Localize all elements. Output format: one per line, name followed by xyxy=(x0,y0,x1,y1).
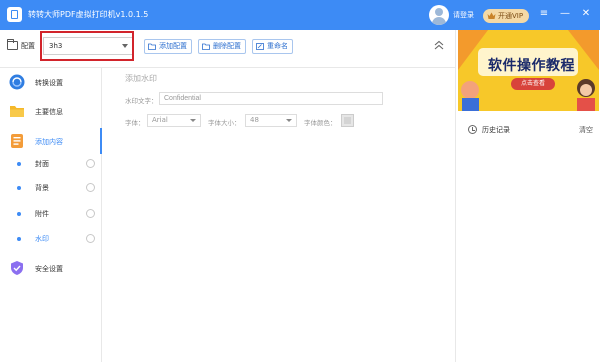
right-panel: 软件操作教程 点击查看 历史记录 清空 xyxy=(455,30,600,362)
font-label: 字体： xyxy=(125,119,145,127)
login-link[interactable]: 请登录 xyxy=(453,10,474,20)
sidebar-subitem-background[interactable]: 背景 xyxy=(0,181,102,195)
radio-button[interactable] xyxy=(86,183,95,192)
sidebar-subitem-label: 水印 xyxy=(35,235,49,243)
watermark-text-input[interactable]: Confidential xyxy=(159,92,383,105)
folder-delete-icon xyxy=(202,43,210,50)
watermark-panel: 添加水印 水印文字： Confidential 字体： Arial 字体大小： … xyxy=(103,68,455,362)
crown-icon xyxy=(487,12,496,19)
tutorial-banner[interactable]: 软件操作教程 点击查看 xyxy=(458,30,599,111)
font-color-label: 字体颜色： xyxy=(304,119,337,127)
folder-add-icon xyxy=(148,43,156,50)
sidebar-item-label: 添加内容 xyxy=(35,138,63,146)
clock-icon xyxy=(468,125,477,134)
banner-view-button[interactable]: 点击查看 xyxy=(511,78,555,90)
add-content-icon xyxy=(11,134,23,148)
sidebar: 转换设置 主要信息 添加内容 封面 背景 附件 水印 安全设置 xyxy=(0,68,102,362)
add-config-button[interactable]: 添加配置 xyxy=(144,39,192,54)
section-title: 添加水印 xyxy=(125,74,157,83)
sidebar-subitem-label: 附件 xyxy=(35,210,49,218)
bullet-icon xyxy=(17,237,21,241)
highlight-annotation-box xyxy=(40,31,134,61)
edit-icon xyxy=(256,43,264,50)
vip-button[interactable]: 开通VIP xyxy=(483,9,529,23)
menu-icon[interactable]: ≡ xyxy=(537,7,551,21)
chevron-down-icon xyxy=(190,119,196,122)
radio-button[interactable] xyxy=(86,234,95,243)
font-select[interactable]: Arial xyxy=(147,114,201,127)
minimize-icon[interactable]: — xyxy=(558,7,572,21)
chevron-down-icon xyxy=(286,119,292,122)
rename-label: 重命名 xyxy=(267,42,288,50)
config-label: 配置 xyxy=(21,42,35,50)
font-size-select-value: 48 xyxy=(250,116,259,124)
sidebar-item-label: 转换设置 xyxy=(35,79,63,87)
sidebar-item-label: 主要信息 xyxy=(35,108,63,116)
sidebar-subitem-cover[interactable]: 封面 xyxy=(0,157,102,171)
banner-title: 软件操作教程 xyxy=(488,58,575,74)
sidebar-subitem-label: 背景 xyxy=(35,184,49,192)
sidebar-item-convert-settings[interactable]: 转换设置 xyxy=(0,71,102,93)
sidebar-subitem-watermark[interactable]: 水印 xyxy=(0,232,102,246)
collapse-icon[interactable] xyxy=(433,40,445,50)
vip-button-label: 开通VIP xyxy=(498,12,524,20)
radio-button[interactable] xyxy=(86,209,95,218)
radio-button[interactable] xyxy=(86,159,95,168)
sidebar-subitem-label: 封面 xyxy=(35,160,49,168)
font-select-value: Arial xyxy=(152,116,168,124)
sidebar-item-main-info[interactable]: 主要信息 xyxy=(0,100,102,122)
font-size-label: 字体大小： xyxy=(208,119,241,127)
watermark-text-label: 水印文字： xyxy=(125,97,158,105)
folder-icon xyxy=(7,39,18,50)
history-label: 历史记录 xyxy=(482,126,510,134)
font-size-select[interactable]: 48 xyxy=(245,114,297,127)
shield-icon xyxy=(11,261,23,275)
app-logo-icon xyxy=(7,7,22,22)
sidebar-item-security-settings[interactable]: 安全设置 xyxy=(0,257,102,279)
sidebar-item-label: 安全设置 xyxy=(35,265,63,273)
convert-settings-icon xyxy=(9,74,25,90)
bullet-icon xyxy=(17,212,21,216)
add-config-label: 添加配置 xyxy=(159,42,187,50)
clear-history-link[interactable]: 清空 xyxy=(579,125,593,135)
font-color-picker[interactable] xyxy=(341,114,354,127)
app-title: 转转大师PDF虚拟打印机v1.0.1.5 xyxy=(28,10,149,19)
close-icon[interactable]: ✕ xyxy=(579,7,593,21)
bullet-icon xyxy=(17,186,21,190)
user-avatar[interactable] xyxy=(429,5,449,25)
sidebar-item-add-content[interactable]: 添加内容 xyxy=(0,128,102,154)
delete-config-label: 删除配置 xyxy=(213,42,241,50)
rename-button[interactable]: 重命名 xyxy=(252,39,293,54)
sidebar-subitem-attachment[interactable]: 附件 xyxy=(0,207,102,221)
bullet-icon xyxy=(17,162,21,166)
delete-config-button[interactable]: 删除配置 xyxy=(198,39,246,54)
title-bar: 转转大师PDF虚拟打印机v1.0.1.5 请登录 开通VIP ≡ — ✕ xyxy=(0,0,600,30)
folder-icon xyxy=(10,106,24,117)
